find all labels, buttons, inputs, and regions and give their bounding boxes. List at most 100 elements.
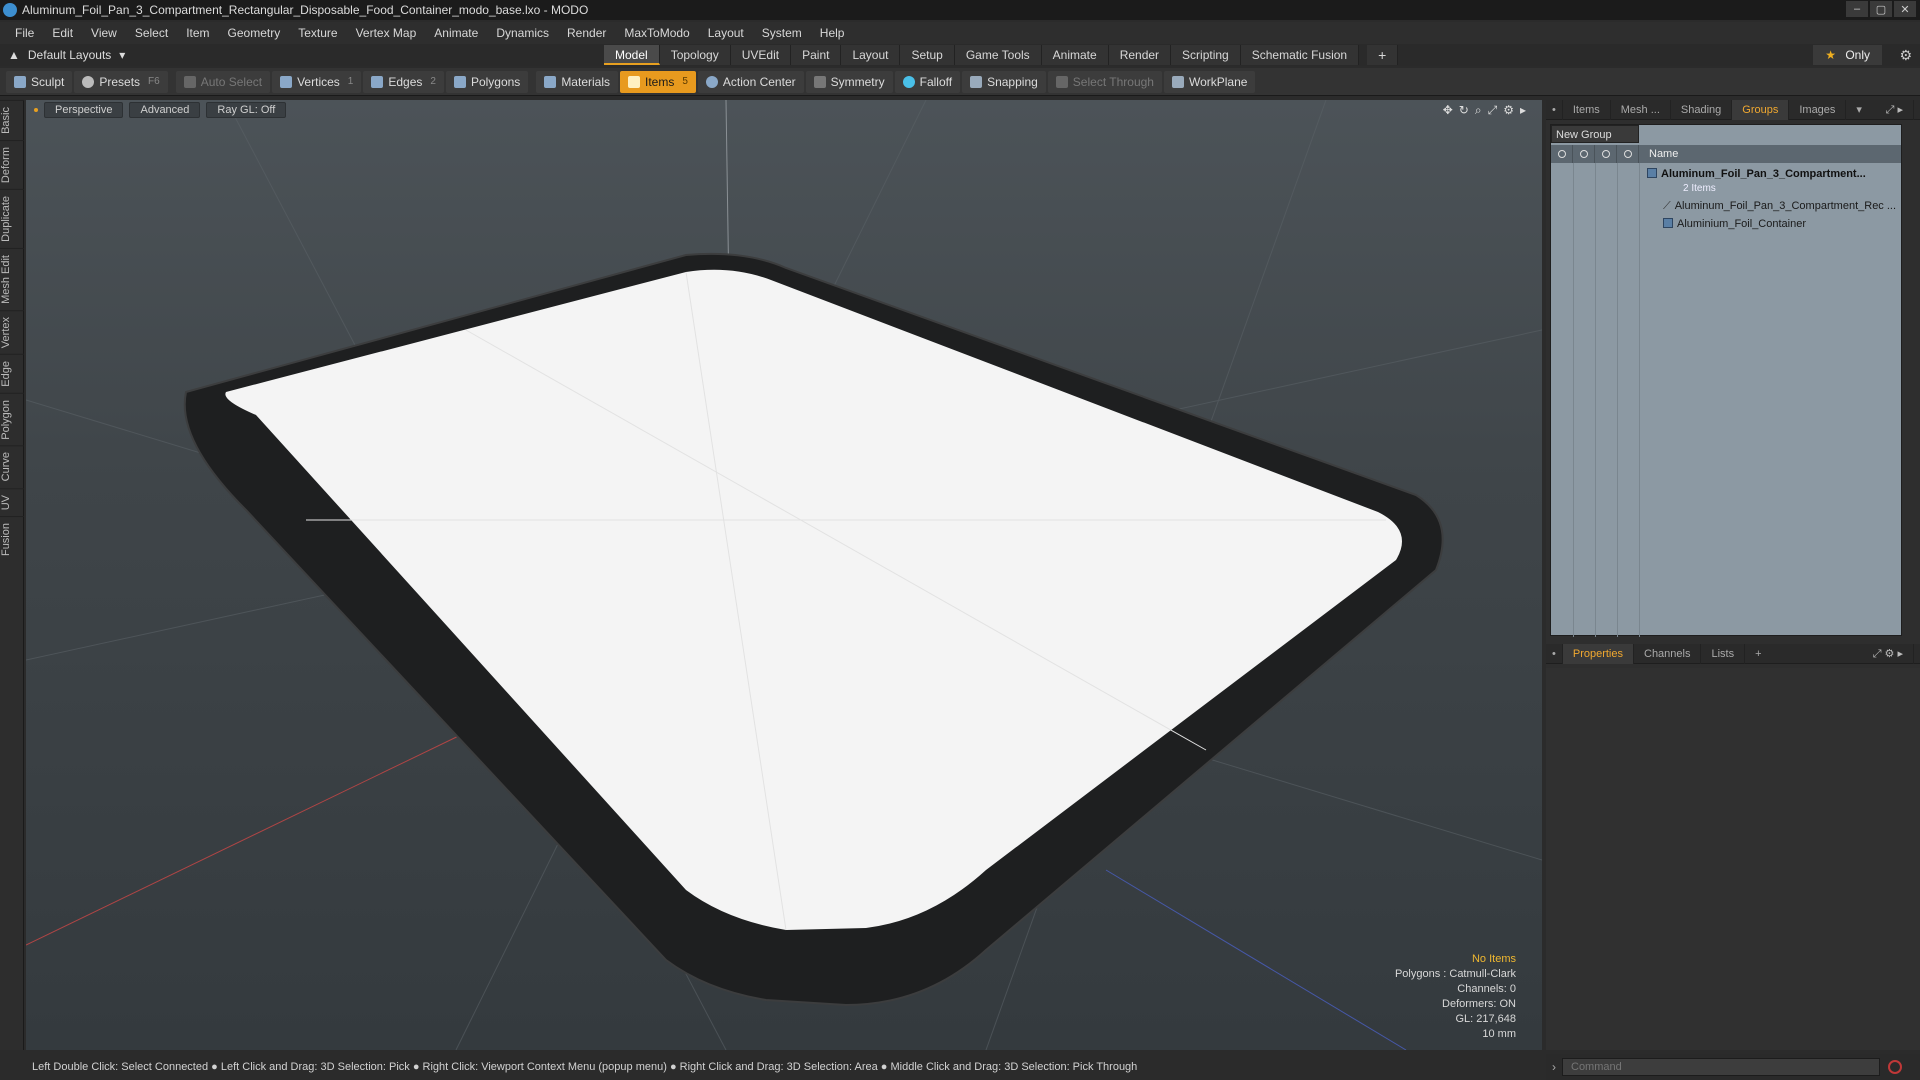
polygons-button[interactable]: Polygons — [445, 70, 529, 93]
menu-vertex-map[interactable]: Vertex Map — [347, 26, 426, 40]
vtab-duplicate[interactable]: Duplicate — [0, 188, 24, 248]
lock-column-icon[interactable] — [1595, 145, 1617, 163]
vtab-edge[interactable]: Edge — [0, 353, 24, 393]
chevron-down-icon[interactable]: ▾ — [1846, 100, 1872, 120]
tab-layout[interactable]: Layout — [841, 45, 901, 65]
minimize-button[interactable]: – — [1846, 1, 1868, 17]
group-icon — [1663, 218, 1673, 228]
rotate-icon[interactable]: ↻ — [1459, 103, 1469, 118]
tab-lists[interactable]: Lists — [1701, 643, 1746, 664]
only-button[interactable]: ★ Only — [1813, 45, 1882, 65]
tab-mesh[interactable]: Mesh ... — [1611, 99, 1671, 120]
tab-setup[interactable]: Setup — [900, 45, 955, 65]
render-column-icon[interactable] — [1573, 145, 1595, 163]
command-input[interactable] — [1562, 1058, 1880, 1076]
panel-menu-dot[interactable]: • — [1546, 643, 1563, 664]
workplane-button[interactable]: WorkPlane — [1163, 70, 1256, 93]
viewport-expand-icon[interactable]: ▸ — [1520, 103, 1526, 118]
close-button[interactable]: ✕ — [1894, 1, 1916, 17]
vtab-uv[interactable]: UV — [0, 487, 24, 517]
vtab-basic[interactable]: Basic — [0, 100, 24, 140]
viewport-menu-dot[interactable] — [34, 108, 38, 112]
group-count-row: 2 Items — [1551, 179, 1901, 197]
presets-button[interactable]: Presets F6 — [74, 70, 168, 93]
viewport-settings-icon[interactable]: ⚙ — [1503, 103, 1514, 118]
materials-button[interactable]: Materials — [536, 70, 618, 93]
tab-uvedit[interactable]: UVEdit — [730, 45, 792, 65]
zoom-icon[interactable]: ⌕ — [1475, 103, 1482, 118]
tab-paint[interactable]: Paint — [791, 45, 842, 65]
visibility-column-icon[interactable] — [1551, 145, 1573, 163]
menu-item[interactable]: Item — [177, 26, 218, 40]
panel-expand-icon[interactable]: ⤢ ▸ — [1876, 99, 1914, 120]
chevron-down-icon: ▾ — [119, 48, 126, 62]
gear-icon[interactable]: ⚙ — [1899, 47, 1912, 64]
layout-selector[interactable]: ▲ Default Layouts ▾ — [8, 48, 125, 62]
vtab-vertex[interactable]: Vertex — [0, 309, 24, 354]
name-column-header[interactable]: Name — [1639, 148, 1678, 160]
items-button[interactable]: Items 5 — [620, 70, 696, 93]
3d-viewport[interactable]: Perspective Advanced Ray GL: Off ✥ ↻ ⌕ ⤢… — [26, 100, 1542, 1050]
list-item[interactable]: Aluminium_Foil_Container — [1551, 215, 1901, 233]
menu-texture[interactable]: Texture — [289, 26, 346, 40]
pan-icon[interactable]: ✥ — [1443, 103, 1453, 118]
symmetry-button[interactable]: Symmetry — [805, 70, 893, 93]
panel-menu-dot[interactable]: • — [1546, 99, 1563, 120]
menu-help[interactable]: Help — [811, 26, 854, 40]
tab-topology[interactable]: Topology — [659, 45, 731, 65]
panel-expand-icon[interactable]: ⤢ ⚙ ▸ — [1863, 643, 1914, 664]
action-center-button[interactable]: Action Center — [697, 70, 804, 93]
menu-layout[interactable]: Layout — [699, 26, 753, 40]
falloff-button[interactable]: Falloff — [894, 70, 961, 93]
menu-geometry[interactable]: Geometry — [219, 26, 290, 40]
vtab-deform[interactable]: Deform — [0, 139, 24, 189]
tab-render[interactable]: Render — [1108, 45, 1172, 65]
vtab-curve[interactable]: Curve — [0, 445, 24, 488]
vtab-fusion[interactable]: Fusion — [0, 516, 24, 563]
groups-list[interactable]: New Group Name Aluminum_Foil_Pan_3_Compa… — [1550, 124, 1902, 637]
record-icon[interactable] — [1888, 1060, 1902, 1074]
tab-items[interactable]: Items — [1563, 99, 1611, 120]
tool-bar: Sculpt Presets F6 Auto Select Vertices 1 E… — [0, 68, 1920, 96]
menu-maxtomodo[interactable]: MaxToModo — [615, 26, 698, 40]
vertices-button[interactable]: Vertices 1 — [272, 70, 362, 93]
maximize-button[interactable]: ▢ — [1870, 1, 1892, 17]
tab-shading[interactable]: Shading — [1671, 99, 1733, 120]
tab-channels[interactable]: Channels — [1634, 643, 1702, 664]
snapping-button[interactable]: Snapping — [962, 70, 1046, 93]
menu-select[interactable]: Select — [126, 26, 177, 40]
select-through-button[interactable]: Select Through — [1047, 70, 1162, 93]
raygl-button[interactable]: Ray GL: Off — [206, 102, 287, 118]
child-item-2-text: Aluminium_Foil_Container — [1677, 218, 1807, 230]
select-column-icon[interactable] — [1617, 145, 1639, 163]
new-group-button[interactable]: New Group — [1551, 125, 1639, 143]
tab-images[interactable]: Images — [1789, 99, 1847, 120]
menu-render[interactable]: Render — [558, 26, 615, 40]
sculpt-button[interactable]: Sculpt — [6, 70, 73, 93]
tab-animate[interactable]: Animate — [1041, 45, 1109, 65]
menu-edit[interactable]: Edit — [43, 26, 82, 40]
vtab-polygon[interactable]: Polygon — [0, 392, 24, 446]
tab-game-tools[interactable]: Game Tools — [954, 45, 1042, 65]
advanced-button[interactable]: Advanced — [129, 102, 201, 118]
tab-schematic-fusion[interactable]: Schematic Fusion — [1240, 45, 1360, 65]
child-item-1-text: Aluminum_Foil_Pan_3_Compartment_Rec ... — [1674, 199, 1897, 212]
fit-icon[interactable]: ⤢ — [1488, 103, 1498, 118]
list-item[interactable]: ⟋ Aluminum_Foil_Pan_3_Compartment_Rec ... — [1551, 197, 1901, 215]
menu-dynamics[interactable]: Dynamics — [487, 26, 558, 40]
action-center-icon — [705, 75, 718, 88]
tab-model[interactable]: Model — [604, 45, 660, 65]
menu-system[interactable]: System — [753, 26, 811, 40]
menu-file[interactable]: File — [6, 26, 43, 40]
add-tab-icon[interactable]: + — [1367, 45, 1399, 65]
menu-animate[interactable]: Animate — [425, 26, 487, 40]
tab-properties[interactable]: Properties — [1562, 643, 1634, 664]
add-tab-icon[interactable]: + — [1745, 644, 1771, 664]
edges-button[interactable]: Edges 2 — [363, 70, 444, 93]
vtab-mesh-edit[interactable]: Mesh Edit — [0, 247, 24, 310]
tab-scripting[interactable]: Scripting — [1171, 45, 1241, 65]
perspective-button[interactable]: Perspective — [44, 102, 124, 118]
menu-view[interactable]: View — [82, 26, 126, 40]
tab-groups[interactable]: Groups — [1732, 99, 1790, 120]
auto-select-button[interactable]: Auto Select — [175, 70, 271, 93]
